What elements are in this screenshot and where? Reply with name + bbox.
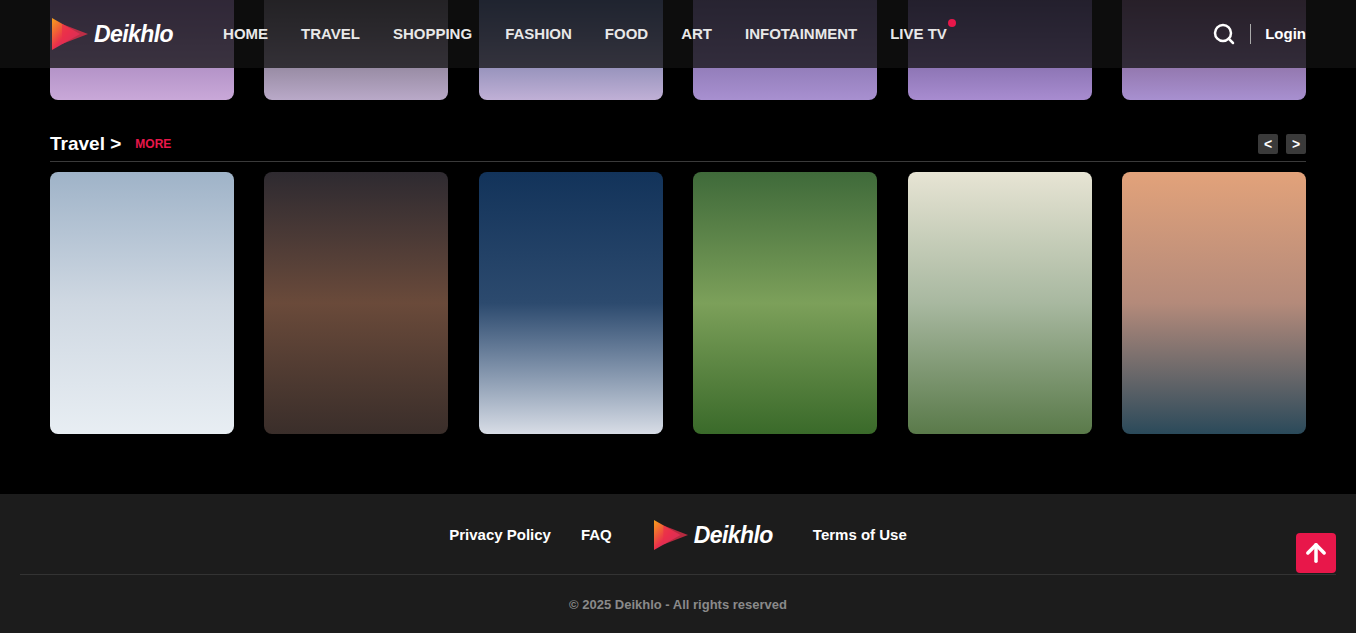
travel-card[interactable] <box>1122 172 1306 434</box>
footer-link[interactable]: FAQ <box>581 524 612 547</box>
travel-card[interactable] <box>264 172 448 434</box>
nav-item[interactable]: LIVE TV <box>890 23 947 46</box>
nav-item[interactable]: ART <box>681 23 712 46</box>
travel-card-row <box>50 172 1306 434</box>
footer-links: Privacy Policy FAQ Deikhlo Terms of Use <box>0 515 1356 555</box>
travel-card[interactable] <box>50 172 234 434</box>
travel-section: Travel > MORE < > <box>0 130 1356 434</box>
nav-item[interactable]: TRAVEL <box>301 23 360 46</box>
copyright: © 2025 Deikhlo - All rights reserved <box>0 575 1356 615</box>
section-title[interactable]: Travel > <box>50 130 121 159</box>
logo[interactable]: Deikhlo <box>50 16 173 52</box>
page: Travel > MORE < > Privacy Policy FAQ Deikhlo Te… <box>0 0 1356 633</box>
arrow-up-icon <box>1302 539 1330 567</box>
search-icon[interactable] <box>1212 22 1236 46</box>
travel-card[interactable] <box>693 172 877 434</box>
nav-item[interactable]: FOOD <box>605 23 648 46</box>
play-logo-icon <box>50 16 90 52</box>
travel-card[interactable] <box>908 172 1092 434</box>
travel-card[interactable] <box>479 172 663 434</box>
header-divider <box>1250 24 1251 44</box>
next-button[interactable]: > <box>1286 134 1306 154</box>
prev-button[interactable]: < <box>1258 134 1278 154</box>
footer-divider <box>20 574 1336 575</box>
login-link[interactable]: Login <box>1265 23 1306 46</box>
logo[interactable]: Deikhlo <box>652 518 773 552</box>
footer-link[interactable]: Privacy Policy <box>449 524 551 547</box>
nav-item[interactable]: INFOTAINMENT <box>745 23 857 46</box>
nav-item[interactable]: SHOPPING <box>393 23 472 46</box>
header: Deikhlo HOME TRAVEL SHOPPING FASHION FOOD ART I… <box>0 0 1356 68</box>
scroll-top-button[interactable] <box>1296 533 1336 573</box>
play-logo-icon <box>652 518 690 552</box>
more-link[interactable]: MORE <box>135 135 171 153</box>
nav: HOME TRAVEL SHOPPING FASHION FOOD ART INFOTAIN… <box>223 23 947 46</box>
nav-item[interactable]: FASHION <box>505 23 572 46</box>
live-dot <box>948 19 956 27</box>
nav-item[interactable]: HOME <box>223 23 268 46</box>
footer: Privacy Policy FAQ Deikhlo Terms of Use © 20… <box>0 494 1356 633</box>
footer-link[interactable]: Terms of Use <box>813 524 907 547</box>
section-header: Travel > MORE < > <box>50 130 1306 162</box>
